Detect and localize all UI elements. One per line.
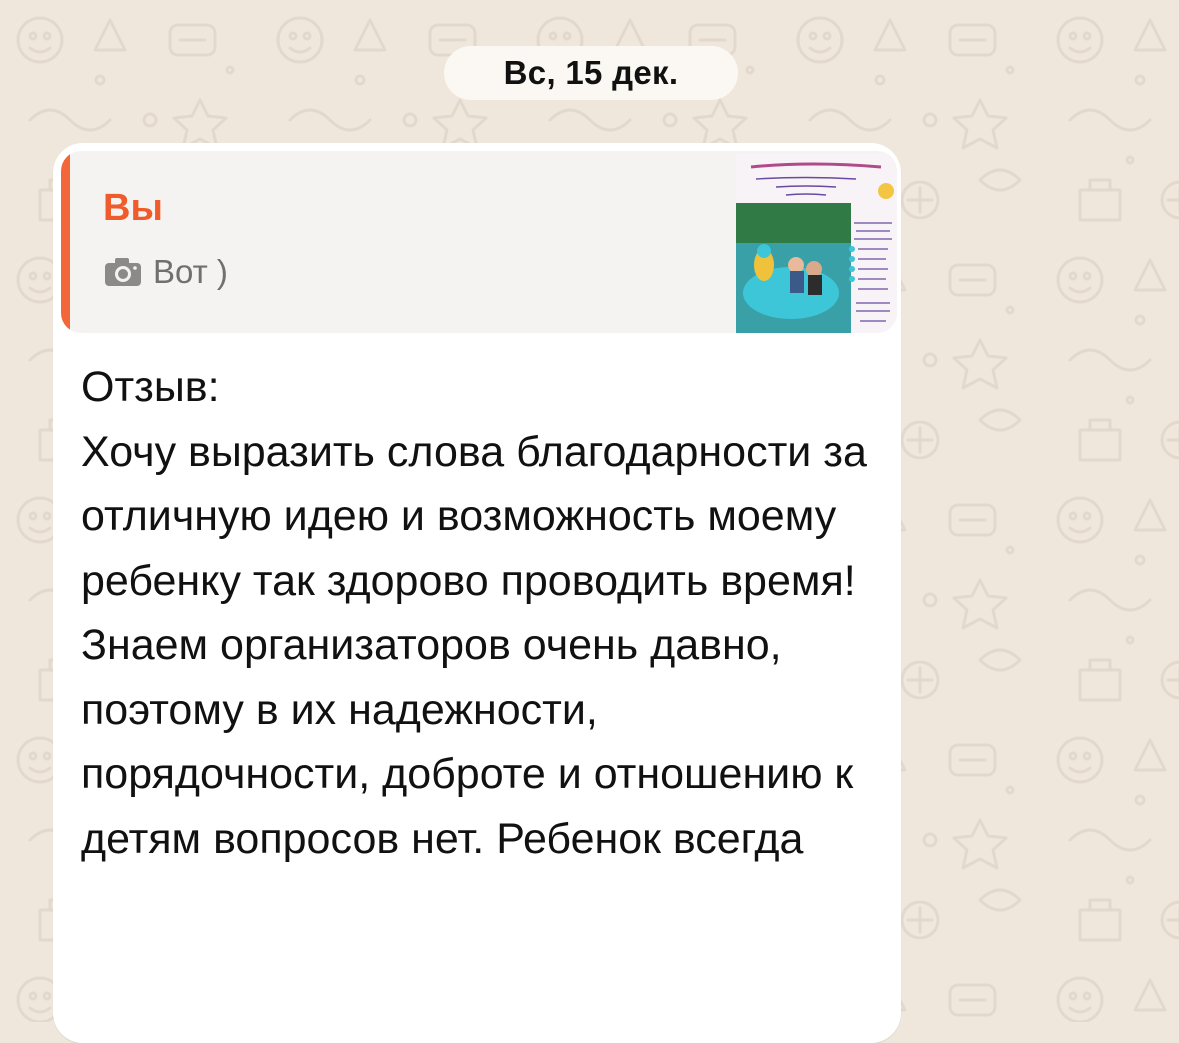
reply-text: Вот )	[153, 253, 228, 290]
message-text: Отзыв: Хочу выразить слова благодарности…	[81, 363, 867, 863]
photo-thumbnail[interactable]	[736, 153, 897, 333]
message-bubble[interactable]: Вы Вот ) Отзыв: Хочу выразить слова благ…	[53, 143, 901, 1043]
date-separator: Вс, 15 дек.	[444, 46, 738, 100]
reply-author: Вы	[103, 187, 163, 229]
camera-icon	[105, 258, 141, 286]
reply-accent-bar	[61, 151, 70, 333]
reply-preview: Вот )	[103, 253, 228, 291]
reply-quote[interactable]: Вы Вот )	[61, 151, 897, 333]
